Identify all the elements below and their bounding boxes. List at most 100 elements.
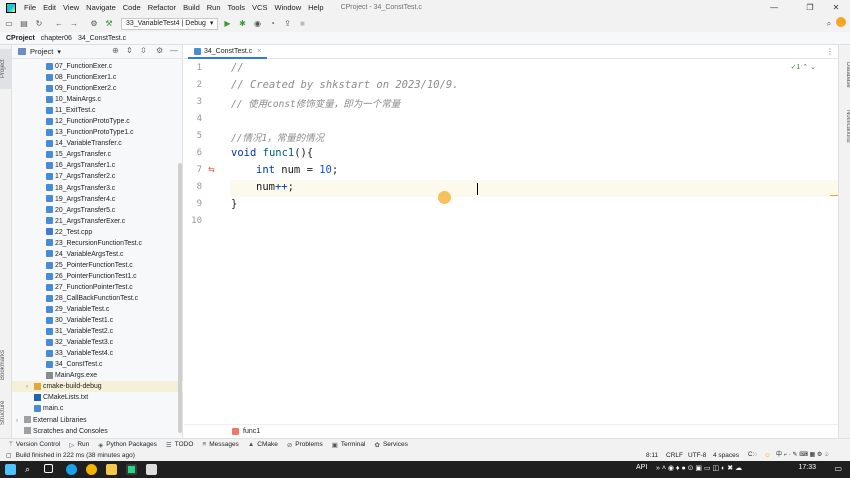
code-line-8[interactable]: num++; (256, 181, 294, 193)
tree-file[interactable]: 30_VariableTest1.c (12, 315, 183, 326)
system-clock[interactable]: 17:33 (798, 464, 816, 471)
line-separator[interactable]: CRLF (666, 450, 683, 461)
menu-file[interactable]: File (24, 3, 36, 12)
tree-file-selected[interactable]: 34_ConstTest.c (12, 359, 183, 370)
menu-code[interactable]: Code (123, 3, 141, 12)
tree-folder[interactable]: › cmake-build-debug (12, 381, 183, 393)
tree-file[interactable]: 16_ArgsTransfer1.c (12, 160, 183, 171)
tree-file[interactable]: MainArgs.exe (12, 370, 183, 381)
tree-file[interactable]: 09_FunctionExer2.c (12, 83, 183, 94)
tree-file[interactable]: 18_ArgsTransfer3.c (12, 183, 183, 194)
ime-icon[interactable]: ☺ (764, 450, 771, 461)
profile-icon[interactable]: ◔ (266, 18, 278, 30)
python-packages-tab[interactable]: ◈ Python Packages (98, 441, 157, 449)
restore-icon[interactable]: ❐ (796, 0, 824, 15)
forward-icon[interactable]: → (68, 18, 80, 30)
search-icon[interactable]: ⌕ (25, 464, 36, 475)
tree-file[interactable]: 22_Test.cpp (12, 227, 183, 238)
notification-center-icon[interactable]: ▭ (834, 464, 842, 473)
run-configuration-select[interactable]: 33_VariableTest4 | Debug ▾ (121, 17, 219, 30)
build-target-icon[interactable]: ⚙ (88, 18, 100, 30)
bookmarks-tool-tab[interactable]: Bookmarks (0, 345, 12, 385)
services-tab[interactable]: ✿ Services (374, 441, 407, 449)
tray-icons[interactable]: » ˄ ◉ ♦ ● ⊙ ▣ ▭ ◫ ◐ ✖ ☁ (656, 464, 742, 472)
tree-file[interactable]: CMakeLists.txt (12, 392, 183, 403)
tree-file[interactable]: 24_VariableArgsTest.c (12, 249, 183, 260)
tree-file[interactable]: 31_VariableTest2.c (12, 326, 183, 337)
task-view-icon[interactable] (44, 464, 53, 473)
app-taskbar-icon[interactable] (146, 464, 157, 475)
hammer-icon[interactable]: ⚒ (103, 18, 115, 30)
tree-file[interactable]: 15_ArgsTransfer.c (12, 149, 183, 160)
tree-file[interactable]: 25_PointerFunctionTest.c (12, 260, 183, 271)
project-panel-title[interactable]: Project (30, 47, 53, 56)
gear-icon[interactable]: ⚙ (156, 46, 163, 55)
code-line-3[interactable]: // 使用const修饰变量，即为一个常量 (231, 96, 400, 110)
tree-file[interactable]: 23_RecursionFunctionTest.c (12, 238, 183, 249)
menu-window[interactable]: Window (274, 3, 301, 12)
tree-file[interactable]: 17_ArgsTransfer2.c (12, 171, 183, 182)
code-line-9[interactable]: } (231, 198, 237, 210)
tree-file[interactable]: 19_ArgsTransfer4.c (12, 194, 183, 205)
tree-file[interactable]: 21_ArgsTransferExer.c (12, 216, 183, 227)
tree-file[interactable]: 29_VariableTest.c (12, 304, 183, 315)
chevron-up-icon[interactable]: ⌃ (802, 64, 808, 71)
breadcrumb-project[interactable]: CProject (6, 35, 35, 42)
tree-file[interactable]: 33_VariableTest4.c (12, 348, 183, 359)
tree-file[interactable]: 12_FunctionProtoType.c (12, 116, 183, 127)
tree-file[interactable]: 11_ExitTest.c (12, 105, 183, 116)
navigate-declaration-icon[interactable]: ⇆ (208, 165, 215, 174)
stop-icon[interactable]: ■ (296, 18, 308, 30)
structure-tool-tab[interactable]: Structure (0, 393, 12, 433)
status-message[interactable]: Build finished in 222 ms (38 minutes ago… (16, 452, 135, 459)
expand-all-icon[interactable]: ⇕ (126, 46, 133, 55)
indent-setting[interactable]: 4 spaces (713, 450, 739, 461)
breadcrumb-file[interactable]: 34_ConstTest.c (78, 35, 126, 42)
tree-file[interactable]: 28_CallBackFunctionTest.c (12, 293, 183, 304)
language-icon[interactable]: C:◌ (748, 450, 758, 461)
close-tab-icon[interactable]: × (257, 48, 261, 55)
tree-file[interactable]: 08_FunctionExer1.c (12, 72, 183, 83)
menu-help[interactable]: Help (308, 3, 323, 12)
tree-folder[interactable]: › External Libraries (12, 415, 183, 426)
menu-view[interactable]: View (63, 3, 79, 12)
sync-icon[interactable]: ↻ (33, 18, 45, 30)
inspection-widget[interactable]: ✓1 ⌃ ⌄ (791, 63, 816, 71)
problems-tab[interactable]: ⊘ Problems (287, 441, 323, 449)
project-tool-tab[interactable]: Project (0, 49, 12, 89)
breadcrumb-folder[interactable]: chapter06 (41, 35, 72, 42)
minimize-icon[interactable]: — (760, 0, 788, 15)
menu-run[interactable]: Run (207, 3, 221, 12)
tree-file[interactable]: 13_FunctionProtoType1.c (12, 127, 183, 138)
function-crumb[interactable]: func1 (243, 428, 260, 435)
open-folder-icon[interactable]: ▭ (3, 18, 15, 30)
terminal-tab[interactable]: ▣ Terminal (332, 441, 366, 449)
debug-icon[interactable]: ✱ (236, 18, 248, 30)
menu-build[interactable]: Build (183, 3, 200, 12)
run-tab[interactable]: ▷ Run (69, 441, 89, 449)
coverage-icon[interactable]: ◉ (251, 18, 263, 30)
file-encoding[interactable]: UTF-8 (688, 450, 706, 461)
chevron-down-icon[interactable]: ▾ (57, 48, 61, 56)
menu-navigate[interactable]: Navigate (86, 3, 116, 12)
code-line-1[interactable]: // (231, 62, 244, 74)
code-line-5[interactable]: //情况1，常量的情况 (231, 130, 324, 144)
project-scrollbar[interactable] (178, 163, 182, 433)
version-control-tab[interactable]: ᛘ Version Control (9, 441, 60, 448)
run-icon[interactable]: ▶ (221, 18, 233, 30)
cmake-tab[interactable]: ▲ CMake (248, 441, 278, 448)
messages-tab[interactable]: ≡ Messages (202, 441, 238, 448)
tree-file[interactable]: 27_FunctionPointerTest.c (12, 282, 183, 293)
code-line-7[interactable]: int num = 10; (256, 164, 338, 176)
edge-browser-icon[interactable] (66, 464, 77, 475)
tree-folder[interactable]: Scratches and Consoles (12, 426, 183, 437)
back-icon[interactable]: ← (53, 18, 65, 30)
menu-vcs[interactable]: VCS (252, 3, 267, 12)
update-icon[interactable] (836, 17, 846, 27)
attach-icon[interactable]: ⇪ (281, 18, 293, 30)
hide-icon[interactable]: — (170, 46, 178, 55)
notifications-tool-tab[interactable]: Notifications (839, 101, 850, 151)
windows-start-icon[interactable] (5, 464, 16, 475)
tree-file[interactable]: 26_PointerFunctionTest1.c (12, 271, 183, 282)
menu-edit[interactable]: Edit (43, 3, 56, 12)
